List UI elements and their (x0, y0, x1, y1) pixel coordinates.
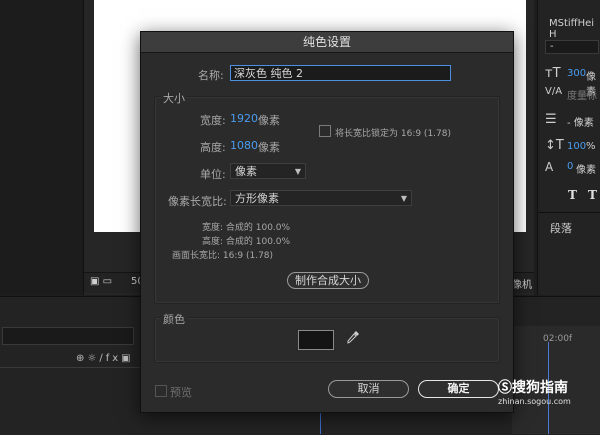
preview-checkbox[interactable] (155, 385, 167, 397)
baseline-value[interactable]: 0 (567, 161, 573, 172)
pixel-aspect-dropdown[interactable]: 方形像素 ▼ (230, 190, 412, 206)
eyedropper-icon[interactable] (346, 330, 360, 346)
width-unit: 像素 (258, 114, 280, 127)
height-value[interactable]: 1080 (230, 139, 258, 152)
height-unit: 像素 (258, 141, 280, 154)
sogou-logo-icon: Ⓢ (498, 380, 512, 396)
width-value[interactable]: 1920 (230, 112, 258, 125)
lock-aspect-label[interactable]: 将长宽比锁定为 16:9 (1.78) (335, 126, 451, 139)
project-panel (0, 0, 84, 295)
baseline-unit: 像素 (576, 165, 596, 176)
paragraph-panel-title[interactable]: 段落 (550, 220, 572, 236)
chevron-down-icon: ▼ (400, 194, 407, 203)
baseline-icon: A (545, 160, 554, 174)
units-value: 像素 (235, 165, 257, 178)
info-frame-aspect: 画面长宽比: 16:9 (1.78) (172, 251, 274, 261)
vertical-scale-icon: ↕T (545, 138, 564, 153)
faux-bold-icon[interactable]: T (588, 188, 597, 202)
work-area-marker (320, 410, 321, 434)
watermark-url: zhinan.sogou.com (498, 397, 571, 406)
name-input[interactable]: 深灰色 纯色 2 (230, 65, 451, 81)
pixel-aspect-label: 像素长宽比: (168, 195, 227, 208)
indent-value[interactable]: - 像素 (567, 114, 594, 129)
dialog-title: 纯色设置 (141, 32, 513, 53)
info-height: 高度: 合成的 100.0% (202, 237, 291, 247)
kerning-icon: V/A (545, 86, 563, 97)
units-label: 单位: (200, 168, 226, 181)
timeline-switch-icons[interactable]: ⊕☼∕fx▣ (76, 353, 134, 364)
width-label: 宽度: (200, 114, 226, 127)
lock-aspect-checkbox[interactable] (319, 125, 331, 137)
solid-settings-dialog: 纯色设置 名称: 深灰色 纯色 2 大小 宽度: 1920 像素 将长宽比锁定为… (140, 31, 514, 413)
color-section-title: 颜色 (161, 311, 187, 327)
timeline-search-input[interactable] (2, 327, 134, 345)
indent-icon: ☰ (545, 112, 557, 127)
bold-text-icon[interactable]: T (568, 188, 577, 202)
info-width: 宽度: 合成的 100.0% (202, 223, 291, 233)
color-swatch[interactable] (298, 330, 334, 350)
font-family[interactable]: MStiffHei H (549, 18, 600, 40)
pixel-aspect-value: 方形像素 (235, 192, 279, 205)
camera-label[interactable]: 像机 (512, 276, 532, 291)
preview-label[interactable]: 预览 (170, 384, 192, 400)
scale-unit: % (586, 141, 596, 152)
ok-button[interactable]: 确定 (418, 380, 499, 398)
font-size-icon: тT (545, 66, 561, 81)
watermark-text: 搜狗指南 (512, 380, 568, 396)
height-label: 高度: (200, 141, 226, 154)
size-section-title: 大小 (161, 90, 187, 106)
monitor-icon[interactable]: ▣ ▭ (90, 276, 112, 287)
kerning-label[interactable]: 度量标 (567, 87, 597, 102)
scale-value[interactable]: 100 (567, 141, 586, 152)
watermark-logo: Ⓢ搜狗指南 (498, 377, 568, 397)
units-dropdown[interactable]: 像素 ▼ (230, 163, 306, 179)
font-size-value[interactable]: 300 (567, 68, 586, 79)
chevron-down-icon: ▼ (294, 167, 301, 176)
name-label: 名称: (198, 69, 224, 82)
cancel-button[interactable]: 取消 (328, 380, 409, 398)
character-panel: MStiffHei H - тT 300 像素 V/A 度量标 ☰ - 像素 ↕… (537, 0, 600, 295)
font-style-select[interactable]: - (545, 40, 599, 54)
make-comp-size-button[interactable]: 制作合成大小 (287, 272, 369, 289)
